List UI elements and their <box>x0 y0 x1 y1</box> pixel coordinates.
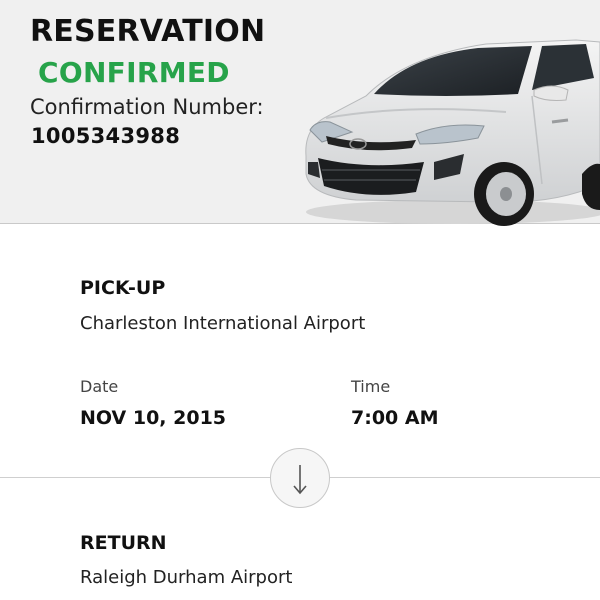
pickup-time-label: Time <box>351 377 391 396</box>
pickup-heading: PICK-UP <box>80 277 166 299</box>
down-arrow-icon <box>270 448 330 508</box>
divider-right <box>330 477 600 478</box>
car-image <box>305 39 600 226</box>
reservation-header: RESERVATION CONFIRMED Confirmation Numbe… <box>0 0 600 226</box>
pickup-location: Charleston International Airport <box>80 313 366 334</box>
page-title: RESERVATION <box>30 14 266 49</box>
return-location: Raleigh Durham Airport <box>80 567 293 588</box>
confirmation-number-value: 1005343988 <box>31 124 181 148</box>
divider-left <box>0 477 270 478</box>
pickup-time-value: 7:00 AM <box>351 407 439 429</box>
pickup-date-label: Date <box>80 377 119 396</box>
confirmation-number-label: Confirmation Number: <box>30 95 264 119</box>
pickup-date-value: NOV 10, 2015 <box>80 407 227 429</box>
return-heading: RETURN <box>80 532 167 554</box>
status-text: CONFIRMED <box>38 56 230 89</box>
reservation-screen: RESERVATION CONFIRMED Confirmation Numbe… <box>0 0 600 600</box>
